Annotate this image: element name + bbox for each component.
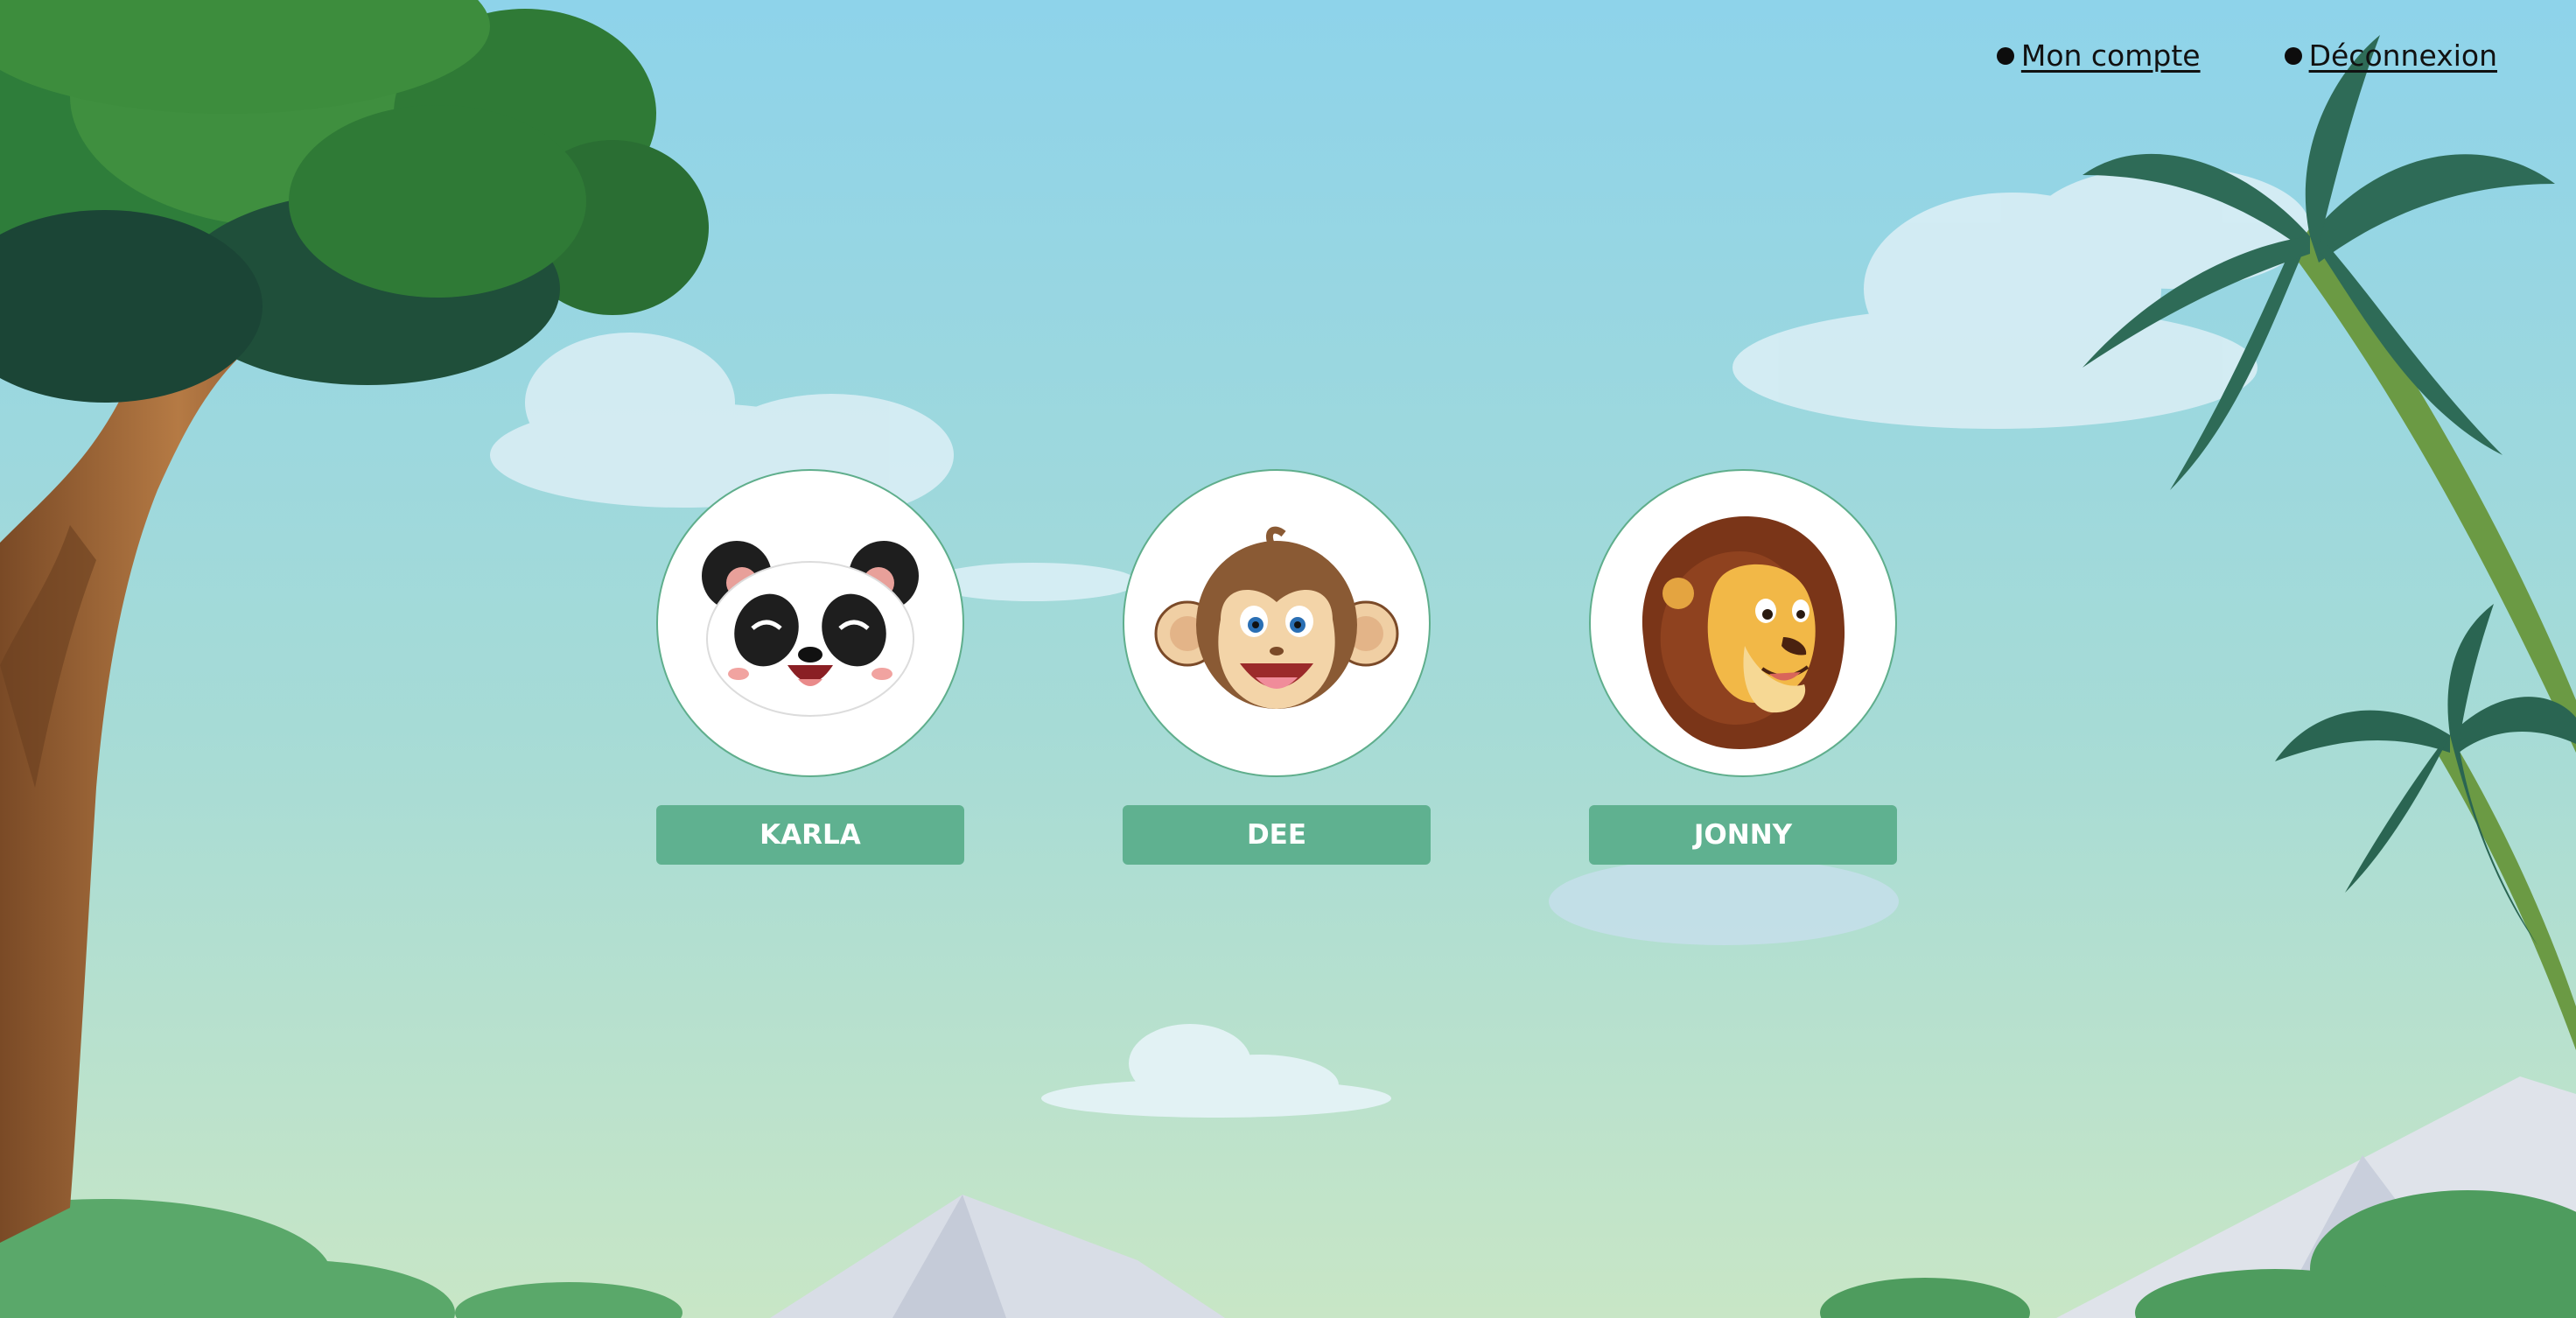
profile-card-jonny: JONNY (1589, 469, 1897, 865)
profile-button-karla[interactable]: KARLA (656, 805, 964, 865)
lion-icon (1642, 515, 1845, 749)
profile-list: KARLA DEE JONNY (0, 0, 2576, 1318)
monkey-icon (1154, 526, 1399, 709)
panda-avatar[interactable] (656, 469, 964, 777)
monkey-avatar[interactable] (1123, 469, 1431, 777)
profile-button-dee[interactable]: DEE (1123, 805, 1431, 865)
lion-avatar[interactable] (1589, 469, 1897, 777)
profile-card-dee: DEE (1123, 469, 1431, 865)
panda-icon (702, 541, 919, 717)
profile-card-karla: KARLA (656, 469, 964, 865)
profile-button-jonny[interactable]: JONNY (1589, 805, 1897, 865)
